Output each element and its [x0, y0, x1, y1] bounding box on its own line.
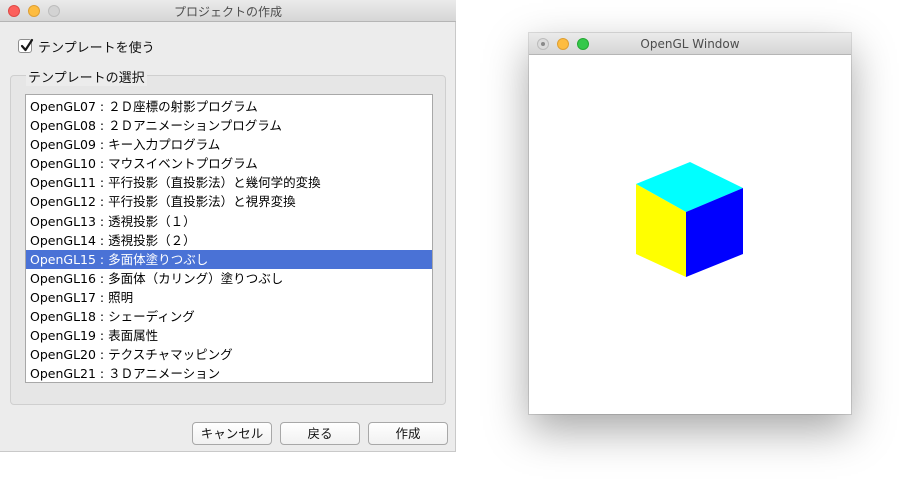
cancel-button[interactable]: キャンセル — [192, 422, 272, 445]
cube-icon — [636, 162, 743, 277]
dialog-titlebar[interactable]: プロジェクトの作成 — [0, 0, 456, 22]
template-list-item[interactable]: OpenGL12 : 平行投影（直投影法）と視界変換 — [26, 192, 432, 211]
template-list-item[interactable]: OpenGL09 : キー入力プログラム — [26, 135, 432, 154]
template-group-label: テンプレートの選択 — [26, 67, 147, 86]
project-dialog: プロジェクトの作成 テンプレートを使う テンプレートの選択 OpenGL07 :… — [0, 0, 456, 452]
template-list-item[interactable]: OpenGL20 : テクスチャマッピング — [26, 345, 432, 364]
template-list-item[interactable]: OpenGL16 : 多面体（カリング）塗りつぶし — [26, 269, 432, 288]
template-list-item[interactable]: OpenGL21 : ３Ｄアニメーション — [26, 364, 432, 382]
template-list-item[interactable]: OpenGL13 : 透視投影（１） — [26, 212, 432, 231]
gl-titlebar[interactable]: OpenGL Window — [529, 33, 851, 55]
template-list-item[interactable]: OpenGL10 : マウスイベントプログラム — [26, 154, 432, 173]
checkmark-icon — [20, 38, 34, 52]
gl-canvas[interactable] — [529, 55, 851, 414]
use-template-row[interactable]: テンプレートを使う — [18, 38, 155, 56]
template-list-item[interactable]: OpenGL08 : ２Ｄアニメーションプログラム — [26, 116, 432, 135]
template-list-item[interactable]: OpenGL19 : 表面属性 — [26, 326, 432, 345]
create-button[interactable]: 作成 — [368, 422, 448, 445]
back-button[interactable]: 戻る — [280, 422, 360, 445]
use-template-checkbox[interactable] — [18, 38, 34, 53]
template-list-item[interactable]: OpenGL14 : 透視投影（２） — [26, 231, 432, 250]
template-list-item[interactable]: OpenGL11 : 平行投影（直投影法）と幾何学的変換 — [26, 173, 432, 192]
gl-window-title: OpenGL Window — [640, 37, 740, 51]
template-list[interactable]: OpenGL07 : ２Ｄ座標の射影プログラム OpenGL08 : ２Ｄアニメー… — [25, 94, 433, 383]
template-list-item[interactable]: OpenGL07 : ２Ｄ座標の射影プログラム — [26, 97, 432, 116]
use-template-label: テンプレートを使う — [38, 40, 155, 56]
opengl-window: OpenGL Window — [529, 33, 851, 414]
template-list-item[interactable]: OpenGL17 : 照明 — [26, 288, 432, 307]
template-list-item[interactable]: OpenGL18 : シェーディング — [26, 307, 432, 326]
dialog-title: プロジェクトの作成 — [173, 5, 282, 19]
template-list-item[interactable]: OpenGL15 : 多面体塗りつぶし — [26, 249, 432, 269]
